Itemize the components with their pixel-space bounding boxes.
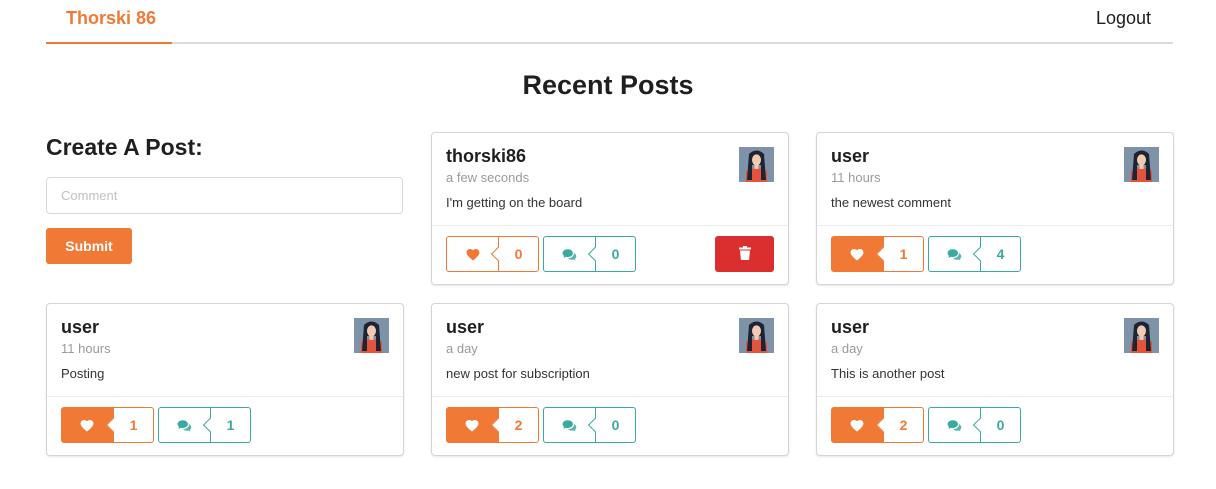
comment-input[interactable] bbox=[46, 177, 403, 214]
like-button[interactable]: 1 bbox=[61, 407, 154, 443]
like-count-label: 1 bbox=[875, 236, 924, 272]
post-username[interactable]: thorski86 bbox=[446, 146, 526, 167]
post-timestamp: a few seconds bbox=[446, 170, 530, 185]
avatar bbox=[1124, 147, 1159, 182]
like-count: 2 bbox=[514, 417, 523, 433]
post-username[interactable]: user bbox=[831, 317, 869, 338]
post-actions: 11 bbox=[47, 396, 403, 455]
comment-count: 4 bbox=[996, 246, 1005, 262]
submit-button[interactable]: Submit bbox=[46, 228, 132, 264]
comment-count: 0 bbox=[611, 417, 620, 433]
like-button[interactable]: 2 bbox=[446, 407, 539, 443]
comment-button[interactable]: 0 bbox=[543, 407, 636, 443]
post-timestamp: 11 hours bbox=[831, 170, 881, 185]
logout-link[interactable]: Logout bbox=[1096, 8, 1151, 29]
post-text: This is another post bbox=[831, 366, 945, 381]
post-actions: 20 bbox=[432, 396, 788, 455]
comment-count-label: 0 bbox=[587, 236, 636, 272]
post-timestamp: a day bbox=[831, 341, 863, 356]
post-content: user a day new post for subscription bbox=[432, 304, 788, 398]
comment-count-label: 4 bbox=[972, 236, 1021, 272]
post-username[interactable]: user bbox=[446, 317, 484, 338]
like-count-label: 2 bbox=[875, 407, 924, 443]
like-count-label: 1 bbox=[105, 407, 154, 443]
like-count: 1 bbox=[899, 246, 908, 262]
like-button[interactable]: 1 bbox=[831, 236, 924, 272]
post-card: user a day new post for subscription 2 0 bbox=[431, 303, 789, 456]
avatar bbox=[354, 318, 389, 353]
post-username[interactable]: user bbox=[61, 317, 99, 338]
post-actions: 14 bbox=[817, 225, 1173, 284]
like-button[interactable]: 2 bbox=[831, 407, 924, 443]
comment-button[interactable]: 0 bbox=[928, 407, 1021, 443]
like-count: 2 bbox=[899, 417, 908, 433]
post-actions: 20 bbox=[817, 396, 1173, 455]
comment-count: 0 bbox=[611, 246, 620, 262]
trash-icon bbox=[738, 245, 751, 263]
post-card: user a day This is another post 2 0 bbox=[816, 303, 1174, 456]
post-content: user a day This is another post bbox=[817, 304, 1173, 398]
post-card: user 11 hours Posting 1 1 bbox=[46, 303, 404, 456]
post-text: I'm getting on the board bbox=[446, 195, 583, 210]
comment-count-label: 0 bbox=[972, 407, 1021, 443]
post-text: Posting bbox=[61, 366, 105, 381]
comment-count-label: 0 bbox=[587, 407, 636, 443]
like-count: 0 bbox=[514, 246, 523, 262]
post-content: user 11 hours Posting bbox=[47, 304, 403, 398]
post-card: user 11 hours the newest comment 1 4 bbox=[816, 132, 1174, 285]
like-count: 1 bbox=[129, 417, 138, 433]
avatar bbox=[1124, 318, 1159, 353]
avatar bbox=[739, 318, 774, 353]
post-content: user 11 hours the newest comment bbox=[817, 133, 1173, 227]
page-title: Recent Posts bbox=[522, 70, 694, 100]
comment-button[interactable]: 4 bbox=[928, 236, 1021, 272]
comment-count: 1 bbox=[226, 417, 235, 433]
comment-button[interactable]: 0 bbox=[543, 236, 636, 272]
delete-post-button[interactable] bbox=[715, 236, 774, 272]
post-actions: 00 bbox=[432, 225, 788, 284]
post-card: thorski86 a few seconds I'm getting on the… bbox=[431, 132, 789, 285]
post-username[interactable]: user bbox=[831, 146, 869, 167]
post-content: thorski86 a few seconds I'm getting on the… bbox=[432, 133, 788, 227]
comment-count-label: 1 bbox=[202, 407, 251, 443]
comment-count: 0 bbox=[996, 417, 1005, 433]
post-text: new post for subscription bbox=[446, 366, 590, 381]
post-text: the newest comment bbox=[831, 195, 951, 210]
like-count-label: 0 bbox=[490, 236, 539, 272]
create-post-title: Create A Post: bbox=[46, 134, 203, 160]
post-timestamp: 11 hours bbox=[61, 341, 111, 356]
post-timestamp: a day bbox=[446, 341, 478, 356]
nav-brand[interactable]: Thorski 86 bbox=[46, 0, 172, 44]
navbar: Thorski 86 Logout bbox=[46, 0, 1173, 44]
comment-button[interactable]: 1 bbox=[158, 407, 251, 443]
like-count-label: 2 bbox=[490, 407, 539, 443]
like-button[interactable]: 0 bbox=[446, 236, 539, 272]
avatar bbox=[739, 147, 774, 182]
